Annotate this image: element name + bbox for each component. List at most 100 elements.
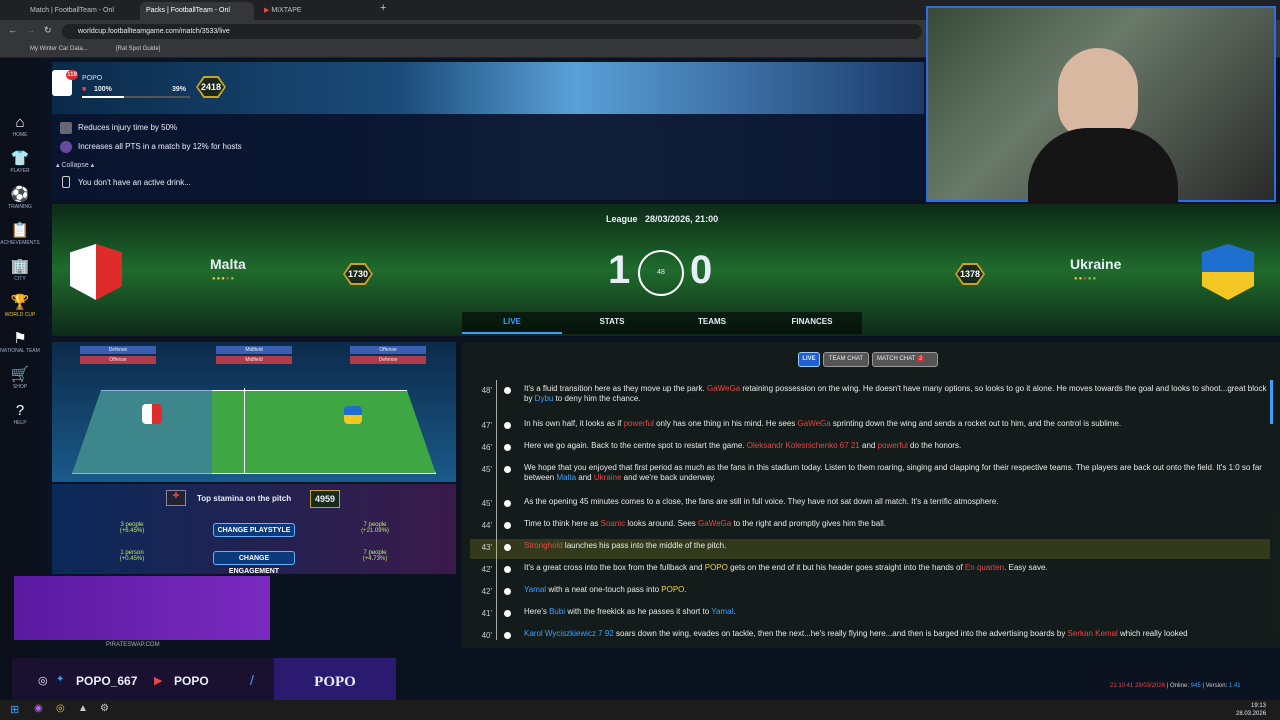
tab-mixtape[interactable]: ▶ MIXTAPE [258,2,372,20]
home-score: 1 [608,248,631,292]
sidebar-item-label: WORLD CUP [4,312,36,318]
timeline-dot [504,466,511,473]
tab-live[interactable]: LIVE [462,312,562,334]
status-bar: 21:10:41 28/03/2026 | Online: 945 | Vers… [1110,683,1241,689]
home-offense-label: Offense [80,356,156,364]
back-icon[interactable]: ← [8,25,17,35]
feed-scrollbar[interactable] [1270,380,1273,424]
sidebar-item-home[interactable]: ⌂ HOME [0,114,40,138]
feed-minute: 48' [481,386,492,395]
feed-text: Karol Wyciszkiewicz 7 92 soars down the … [524,629,1188,638]
flag-icon: ⚑ [13,330,27,347]
timeline-dot [504,500,511,507]
timeline-dot [504,522,511,529]
os-taskbar: ⊞ ◉ ◎ ▲ ⚙ 19:13 28.03.2026 [0,700,1280,720]
sidebar-item-label: PLAYER [10,168,30,174]
sidebar-item-city[interactable]: 🏢 CITY [0,258,40,282]
app-icon-1[interactable]: ◉ [34,703,43,714]
feed-text: Here we go again. Back to the centre spo… [524,441,962,450]
feed-text: Here's Bubi with the freekick as he pass… [524,607,736,616]
tab-finances[interactable]: FINANCES [762,312,862,332]
feed-text: It's a great cross into the box from the… [524,563,1048,572]
change-playstyle-button[interactable]: CHANGE PLAYSTYLE [213,523,295,537]
change-engagement-button[interactable]: CHANGE ENGAGEMENT [213,551,295,575]
away-score: 0 [690,248,713,292]
drink-status: You don't have an active drink... [78,178,191,187]
sidebar-item-shop[interactable]: 🛒 SHOP [0,366,40,390]
new-tab-icon[interactable]: + [380,2,386,14]
bookmark-2[interactable]: [Rat Spot Guide] [116,46,160,52]
tab-packs[interactable]: Packs | FootballTeam - Onl [140,2,254,20]
feed-text: Time to think here as Soanic looks aroun… [524,519,886,528]
perk-1: Reduces injury time by 50% [78,123,178,132]
health-value: 100% [94,86,112,93]
app-icon-3[interactable]: ▲ [78,703,88,714]
sidebar-item-label: SHOP [12,384,28,390]
bookmark-1[interactable]: My Winter Car Data... [30,46,88,52]
sidebar-item-player[interactable]: 👕 PLAYER [0,150,40,174]
shirt-icon: 👕 [10,150,30,167]
webcam-feed [926,6,1276,204]
match-chat-button[interactable]: MATCH CHAT 2 [872,352,938,367]
app-icon-4[interactable]: ⚙ [100,703,109,714]
feed-entry: 44' Time to think here as Soanic looks ar… [470,517,1270,537]
collapse-toggle[interactable]: ▴ Collapse ▴ [56,161,94,169]
sidebar-item-training[interactable]: ⚽ TRAINING [0,186,40,210]
feed-minute: 43' [481,543,492,552]
sidebar-item-world-cup[interactable]: 🏆 WORLD CUP [0,294,40,318]
feed-entry: 42' Yamal with a neat one-touch pass into… [470,583,1270,603]
perks-panel: Reduces injury time by 50% Increases all… [52,114,924,200]
timeline-dot [504,387,511,394]
sidebar-item-label: ACHIEVEMENTS [0,240,40,246]
feed-text: As the opening 45 minutes comes to a clo… [524,497,999,506]
energy-value: 39% [172,86,187,93]
chat-live-button[interactable]: LIVE [798,352,820,367]
feed-minute: 45' [481,499,492,508]
url-input[interactable]: worldcup.footballteamgame.com/match/3533… [62,24,922,39]
timeline-dot [504,632,511,639]
cart-icon: 🛒 [10,366,30,383]
windows-start-icon[interactable]: ⊞ [10,703,19,716]
match-header: League 28/03/2026, 21:00 Malta ●●●●● 173… [52,204,1280,336]
sidebar-item-label: NATIONAL TEAM [0,348,40,354]
timeline-dot [504,566,511,573]
reload-icon[interactable]: ↻ [44,25,52,36]
tab-teams[interactable]: TEAMS [662,312,762,332]
sidebar-item-help[interactable]: ? HELP [0,402,40,426]
feed-entry: 45' As the opening 45 minutes comes to a … [470,495,1270,515]
feed-text: In his own half, it looks as if powerful… [524,419,1122,428]
forward-icon[interactable]: → [26,25,35,35]
ball-icon: ⚽ [10,186,30,203]
chrome-icon[interactable]: ◎ [56,703,65,714]
sponsor-text: PIRATESWAP.COM [106,642,160,648]
sidebar-item-achievements[interactable]: 📋 ACHIEVEMENTS [0,222,40,246]
tab-stats[interactable]: STATS [562,312,662,332]
home-team-name[interactable]: Malta [210,256,246,272]
timeline-dot [504,610,511,617]
engagement-home: 1 person (+0.45%) [119,550,145,562]
tab-match[interactable]: Match | FootballTeam - Onl [24,2,136,20]
feed-text: It's a fluid transition here as they mov… [524,384,1267,403]
away-offense-label: Offense [350,346,426,354]
feed-entry: 46' Here we go again. Back to the centre … [470,439,1270,459]
instagram-icon: ◎ [38,675,48,687]
halfway-line [244,388,245,474]
ukraine-marker-icon [344,406,362,424]
twitter-icon: ✦ [56,674,65,685]
malta-flag-icon [70,244,122,300]
level-badge: 119 [66,70,78,80]
system-clock[interactable]: 19:13 28.03.2026 [1236,702,1266,718]
away-team-name[interactable]: Ukraine [1070,256,1121,272]
timeline-dot [504,544,511,551]
social-handle: POPO_667 [76,674,138,688]
team-chat-button[interactable]: TEAM CHAT [823,352,869,367]
youtube-handle: POPO [174,674,209,688]
tactics-panel: ✚ Top stamina on the pitch 4959 3 people… [52,484,456,575]
match-meta: League 28/03/2026, 21:00 [606,214,719,224]
timeline-dot [504,588,511,595]
player-bars: ■ 100% 39% [82,86,192,98]
playstyle-home: 3 people (+6.45%) [119,522,145,534]
feed-minute: 41' [481,609,492,618]
sidebar-item-national-team[interactable]: ⚑ NATIONAL TEAM [0,330,40,354]
home-zone [72,390,212,474]
